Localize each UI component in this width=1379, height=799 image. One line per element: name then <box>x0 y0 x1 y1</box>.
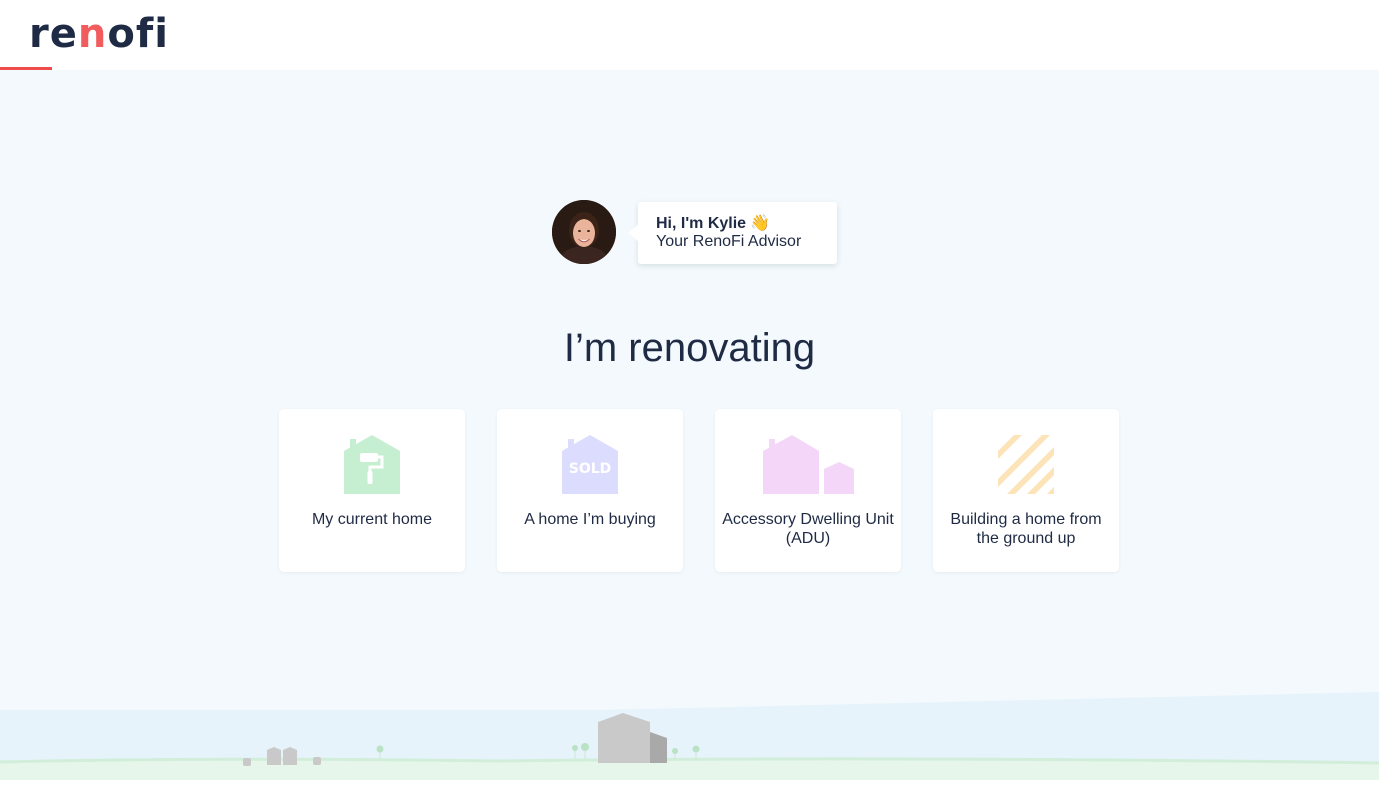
logo-accent: n <box>77 11 108 57</box>
two-houses-icon <box>763 435 854 494</box>
option-card-home-buying[interactable]: SOLD A home I’m buying <box>497 409 683 572</box>
option-card-ground-up[interactable]: Building a home from the ground up <box>933 409 1119 572</box>
advisor-avatar <box>552 200 616 264</box>
option-card-current-home[interactable]: My current home <box>279 409 465 572</box>
waving-hand-icon: 👋 <box>750 215 770 232</box>
bottom-strip <box>0 780 1379 799</box>
advisor-greeting: Hi, I'm Kylie 👋 <box>656 213 770 233</box>
advisor-role: Your RenoFi Advisor <box>656 233 802 250</box>
option-label: Building a home from the ground up <box>950 511 1102 547</box>
header: renofi <box>0 0 1379 70</box>
option-label: My current home <box>311 511 433 528</box>
sold-text: SOLD <box>569 461 612 477</box>
page-title: I’m renovating <box>563 326 816 370</box>
option-label: A home I’m buying <box>524 511 656 528</box>
house-paint-roller-icon <box>344 435 400 494</box>
advisor-speech-bubble: Hi, I'm Kylie 👋 Your RenoFi Advisor <box>628 202 837 264</box>
advisor-greeting-text: Hi, I'm Kylie <box>656 215 747 232</box>
main-content: Hi, I'm Kylie 👋 Your RenoFi Advisor I’m r… <box>0 70 1379 799</box>
renofi-logo[interactable]: renofi <box>29 8 169 60</box>
construction-stripes-icon <box>998 435 1054 494</box>
logo-prefix: re <box>29 11 78 57</box>
advisor-photo-icon <box>552 200 616 264</box>
logo-suffix: ofi <box>107 11 169 57</box>
option-card-adu[interactable]: Accessory Dwelling Unit (ADU) <box>715 409 901 572</box>
option-label: Accessory Dwelling Unit (ADU) <box>722 511 894 547</box>
house-sold-icon: SOLD <box>562 435 618 494</box>
